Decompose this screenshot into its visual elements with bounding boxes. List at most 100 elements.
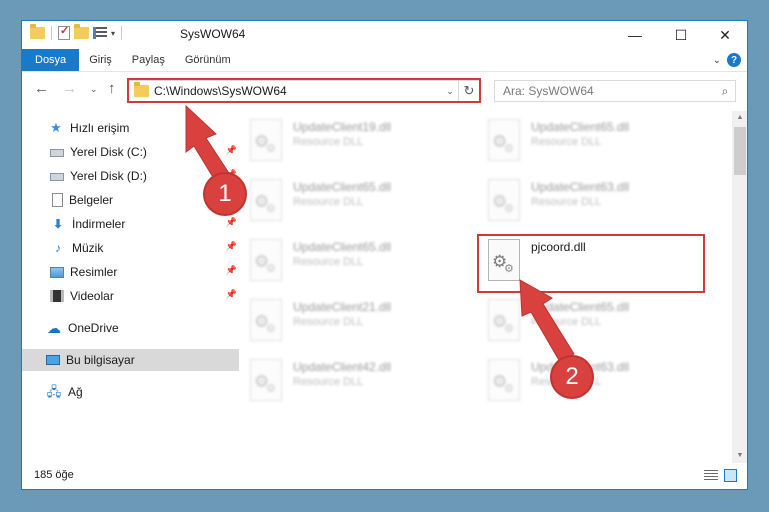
dll-file-icon: [488, 299, 520, 341]
details-view-icon[interactable]: [704, 470, 718, 481]
file-type: Resource DLL: [293, 316, 364, 328]
dll-file-icon: [250, 179, 282, 221]
file-item[interactable]: UpdateClient42.dll Resource DLL: [242, 359, 472, 413]
file-name: UpdateClient65.dll: [293, 240, 392, 254]
disk-icon: [50, 173, 64, 181]
file-item[interactable]: UpdateClient63.dll Resource DLL: [480, 179, 710, 233]
file-type: Resource DLL: [293, 256, 364, 268]
sidebar-item-label: Belgeler: [69, 193, 114, 207]
sidebar-item-label: Bu bilgisayar: [66, 353, 135, 367]
customize-toolbar-icon[interactable]: ▾: [111, 29, 115, 38]
tab-giris[interactable]: Giriş: [79, 49, 122, 71]
sidebar-item-onedrive[interactable]: ☁ OneDrive: [22, 317, 239, 339]
sidebar-item-local-disk-c[interactable]: Yerel Disk (C:) 📌: [22, 141, 243, 163]
file-name: UpdateClient63.dll: [531, 180, 630, 194]
sidebar-item-downloads[interactable]: ⬇ İndirmeler 📌: [22, 213, 243, 235]
help-icon[interactable]: ?: [727, 53, 741, 67]
tab-dosya[interactable]: Dosya: [22, 49, 80, 71]
maximize-button[interactable]: ☐: [658, 21, 704, 49]
forward-arrow-icon[interactable]: →: [62, 80, 77, 97]
file-name: UpdateClient65.dll: [531, 120, 630, 134]
new-folder-icon[interactable]: [74, 24, 89, 39]
back-arrow-icon[interactable]: ←: [34, 80, 49, 97]
file-type: Resource DLL: [293, 376, 364, 388]
file-item[interactable]: UpdateClient65.dll Resource DLL: [242, 239, 472, 293]
dll-file-icon: [250, 239, 282, 281]
status-bar: 185 öğe: [22, 463, 747, 489]
expand-ribbon-icon[interactable]: ⌄: [709, 49, 725, 71]
sidebar-item-pictures[interactable]: Resimler 📌: [22, 261, 243, 283]
dll-file-icon: [250, 119, 282, 161]
download-icon: ⬇: [52, 217, 64, 231]
dll-file-icon: [488, 119, 520, 161]
sidebar-item-label: İndirmeler: [72, 217, 126, 231]
item-count: 185 öğe: [34, 469, 74, 481]
network-icon: 🖧: [46, 384, 62, 399]
file-name: UpdateClient42.dll: [293, 360, 392, 374]
file-type: Resource DLL: [293, 196, 364, 208]
video-icon: [50, 290, 64, 302]
search-input[interactable]: Ara: SysWOW64: [495, 84, 715, 98]
file-name: UpdateClient19.dll: [293, 120, 392, 134]
address-highlight-box: [127, 78, 481, 103]
file-type: Resource DLL: [293, 136, 364, 148]
sidebar-item-label: Yerel Disk (D:): [70, 169, 147, 183]
step-1-badge: 1: [205, 174, 245, 214]
step-2-badge: 2: [552, 357, 592, 397]
scrollbar-thumb[interactable]: [734, 127, 746, 175]
dll-file-icon: [488, 179, 520, 221]
tab-gorunum[interactable]: Görünüm: [175, 49, 241, 71]
file-item[interactable]: UpdateClient65.dll Resource DLL: [242, 179, 472, 233]
ribbon-tabs: Dosya Giriş Paylaş Görünüm ⌄ ?: [22, 49, 747, 71]
document-icon: [52, 193, 63, 207]
file-item[interactable]: UpdateClient63.dll Resource DLL: [480, 359, 710, 413]
separator: [121, 26, 123, 40]
title-bar: ▾ SysWOW64 — ☐ ✕: [22, 21, 747, 49]
disk-icon: [50, 149, 64, 157]
minimize-button[interactable]: —: [612, 21, 658, 49]
sidebar-item-label: Videolar: [70, 289, 114, 303]
file-item[interactable]: UpdateClient65.dll Resource DLL: [480, 299, 710, 353]
vertical-scrollbar[interactable]: ▲ ▼: [732, 111, 747, 463]
scroll-up-icon[interactable]: ▲: [732, 111, 747, 125]
large-icons-view-icon[interactable]: [724, 469, 737, 482]
file-highlight-box: [477, 234, 705, 293]
file-item[interactable]: UpdateClient21.dll Resource DLL: [242, 299, 472, 353]
sidebar-item-this-pc[interactable]: Bu bilgisayar: [22, 349, 239, 371]
file-type: Resource DLL: [531, 136, 602, 148]
window-title: SysWOW64: [180, 27, 246, 41]
dll-file-icon: [250, 299, 282, 341]
properties-icon[interactable]: [93, 27, 107, 39]
search-icon[interactable]: ⌕: [715, 84, 735, 99]
tab-paylas[interactable]: Paylaş: [122, 49, 175, 71]
dll-file-icon: [488, 359, 520, 401]
file-item[interactable]: UpdateClient65.dll Resource DLL: [480, 119, 710, 173]
sidebar-item-music[interactable]: ♪ Müzik 📌: [22, 237, 243, 259]
sidebar-item-quick-access[interactable]: ★ Hızlı erişim: [22, 117, 241, 139]
file-name: UpdateClient21.dll: [293, 300, 392, 314]
quick-access-toolbar: ▾: [30, 24, 124, 40]
sidebar-item-label: Resimler: [70, 265, 118, 279]
search-box[interactable]: Ara: SysWOW64 ⌕: [494, 80, 736, 102]
sidebar-item-label: OneDrive: [68, 321, 119, 335]
file-item[interactable]: UpdateClient19.dll Resource DLL: [242, 119, 472, 173]
navigation-pane: ★ Hızlı erişim Yerel Disk (C:) 📌 Yerel D…: [22, 111, 239, 463]
properties-check-icon[interactable]: [58, 24, 70, 40]
music-icon: ♪: [55, 241, 61, 255]
computer-icon: [46, 355, 60, 365]
file-type: Resource DLL: [531, 316, 602, 328]
star-icon: ★: [50, 120, 62, 135]
cloud-icon: ☁: [47, 320, 61, 336]
file-type: Resource DLL: [531, 196, 602, 208]
file-name: UpdateClient65.dll: [531, 300, 630, 314]
up-arrow-icon[interactable]: ↑: [108, 80, 116, 97]
sidebar-item-videos[interactable]: Videolar 📌: [22, 285, 243, 307]
file-name: UpdateClient65.dll: [293, 180, 392, 194]
sidebar-item-label: Hızlı erişim: [70, 121, 130, 135]
separator: [51, 26, 52, 40]
sidebar-item-network[interactable]: 🖧 Ağ: [22, 381, 239, 403]
sidebar-item-label: Müzik: [72, 241, 104, 255]
scroll-down-icon[interactable]: ▼: [732, 449, 747, 463]
recent-locations-icon[interactable]: ⌄: [90, 84, 98, 95]
close-button[interactable]: ✕: [702, 21, 747, 49]
